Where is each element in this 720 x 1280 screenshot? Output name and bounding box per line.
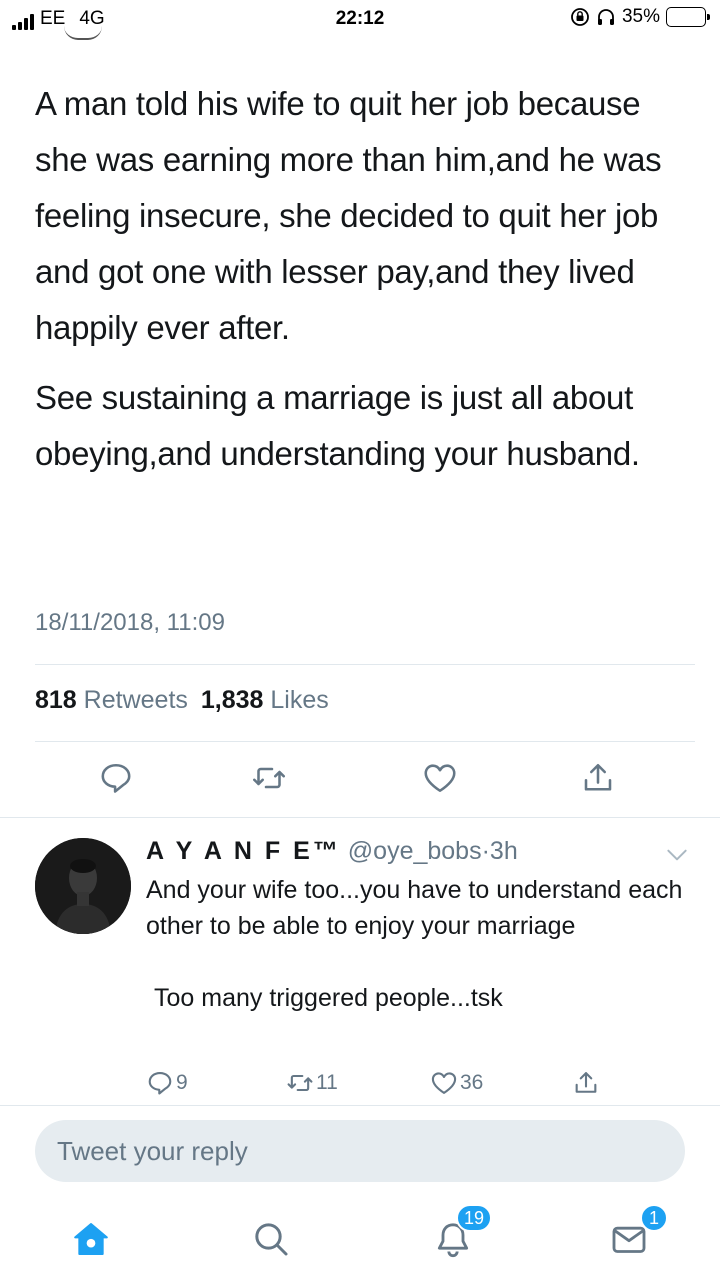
likes-count: 1,838: [200, 686, 264, 714]
tweet-stats: 818 Retweets 1,838 Likes: [35, 686, 329, 715]
share-icon: [584, 763, 612, 791]
home-icon: [74, 1223, 108, 1255]
status-bar-right: 35%: [570, 6, 710, 28]
tweet-reply-input[interactable]: [35, 1120, 685, 1182]
battery-icon: [666, 7, 710, 27]
likes-stat[interactable]: 1,838 Likes: [201, 686, 329, 714]
like-button[interactable]: [418, 756, 462, 800]
notifications-badge: 19: [456, 1204, 493, 1232]
retweet-count: 11: [316, 1071, 338, 1094]
reply-like-button[interactable]: 36: [430, 1066, 483, 1100]
rotation-lock-icon: [571, 8, 589, 26]
tweet-actions: [0, 756, 720, 806]
tab-bar: 19 1: [0, 1196, 720, 1280]
reply-paragraph: And your wife too...you have to understa…: [146, 876, 683, 940]
tweet-body: A man told his wife to quit her job beca…: [35, 76, 685, 482]
profile-photo: [35, 838, 131, 934]
headphones-icon: [597, 9, 614, 25]
reply-display-name[interactable]: A Y A N F E™: [146, 837, 341, 865]
tweet-paragraph: See sustaining a marriage is just all ab…: [35, 379, 640, 472]
tweet-timestamp: 18/11/2018, 11:09: [35, 609, 225, 636]
tab-home[interactable]: [66, 1214, 116, 1264]
reply-icon: [148, 1072, 172, 1095]
tab-search[interactable]: [246, 1214, 296, 1264]
retweet-button[interactable]: [247, 756, 291, 800]
reply-retweet-button[interactable]: 11: [286, 1066, 338, 1100]
previous-avatar-edge: [64, 26, 102, 40]
reply-icon: [101, 763, 131, 793]
messages-badge: 1: [640, 1204, 668, 1232]
reply-header: A Y A N F E™ @oye_bobs·3h: [146, 837, 518, 866]
retweet-icon: [253, 767, 285, 789]
reply-actions: 9 11 36: [0, 1066, 720, 1100]
battery-percentage: 35%: [621, 6, 660, 27]
like-count: 36: [460, 1071, 484, 1094]
retweets-stat[interactable]: 818 Retweets: [35, 686, 188, 714]
retweets-label: Retweets: [83, 686, 188, 714]
retweet-icon: [287, 1074, 313, 1092]
chevron-down-icon[interactable]: [664, 842, 690, 868]
reply-reply-button[interactable]: 9: [146, 1066, 188, 1100]
reply-button[interactable]: [94, 756, 138, 800]
retweets-count: 818: [35, 686, 77, 714]
reply-handle[interactable]: @oye_bobs: [348, 837, 482, 865]
reply-time: 3h: [489, 837, 518, 865]
section-divider: [0, 817, 720, 818]
reply-separator: ·: [481, 837, 490, 865]
reply-share-button[interactable]: [572, 1066, 600, 1100]
reply-paragraph: Too many triggered people...tsk: [154, 984, 503, 1012]
likes-label: Likes: [270, 686, 329, 714]
avatar[interactable]: [35, 838, 131, 934]
share-button[interactable]: [576, 756, 620, 800]
share-icon: [575, 1072, 597, 1093]
status-bar: EE 4G 22:12 35%: [0, 0, 720, 36]
like-icon: [424, 764, 456, 793]
reply-body: And your wife too...you have to understa…: [146, 872, 696, 1016]
like-icon: [431, 1072, 457, 1094]
search-icon: [255, 1223, 288, 1256]
section-divider: [0, 1105, 720, 1106]
divider: [35, 741, 695, 742]
reply-count: 9: [176, 1071, 188, 1094]
tweet-paragraph: A man told his wife to quit her job beca…: [35, 85, 662, 346]
divider: [35, 664, 695, 665]
